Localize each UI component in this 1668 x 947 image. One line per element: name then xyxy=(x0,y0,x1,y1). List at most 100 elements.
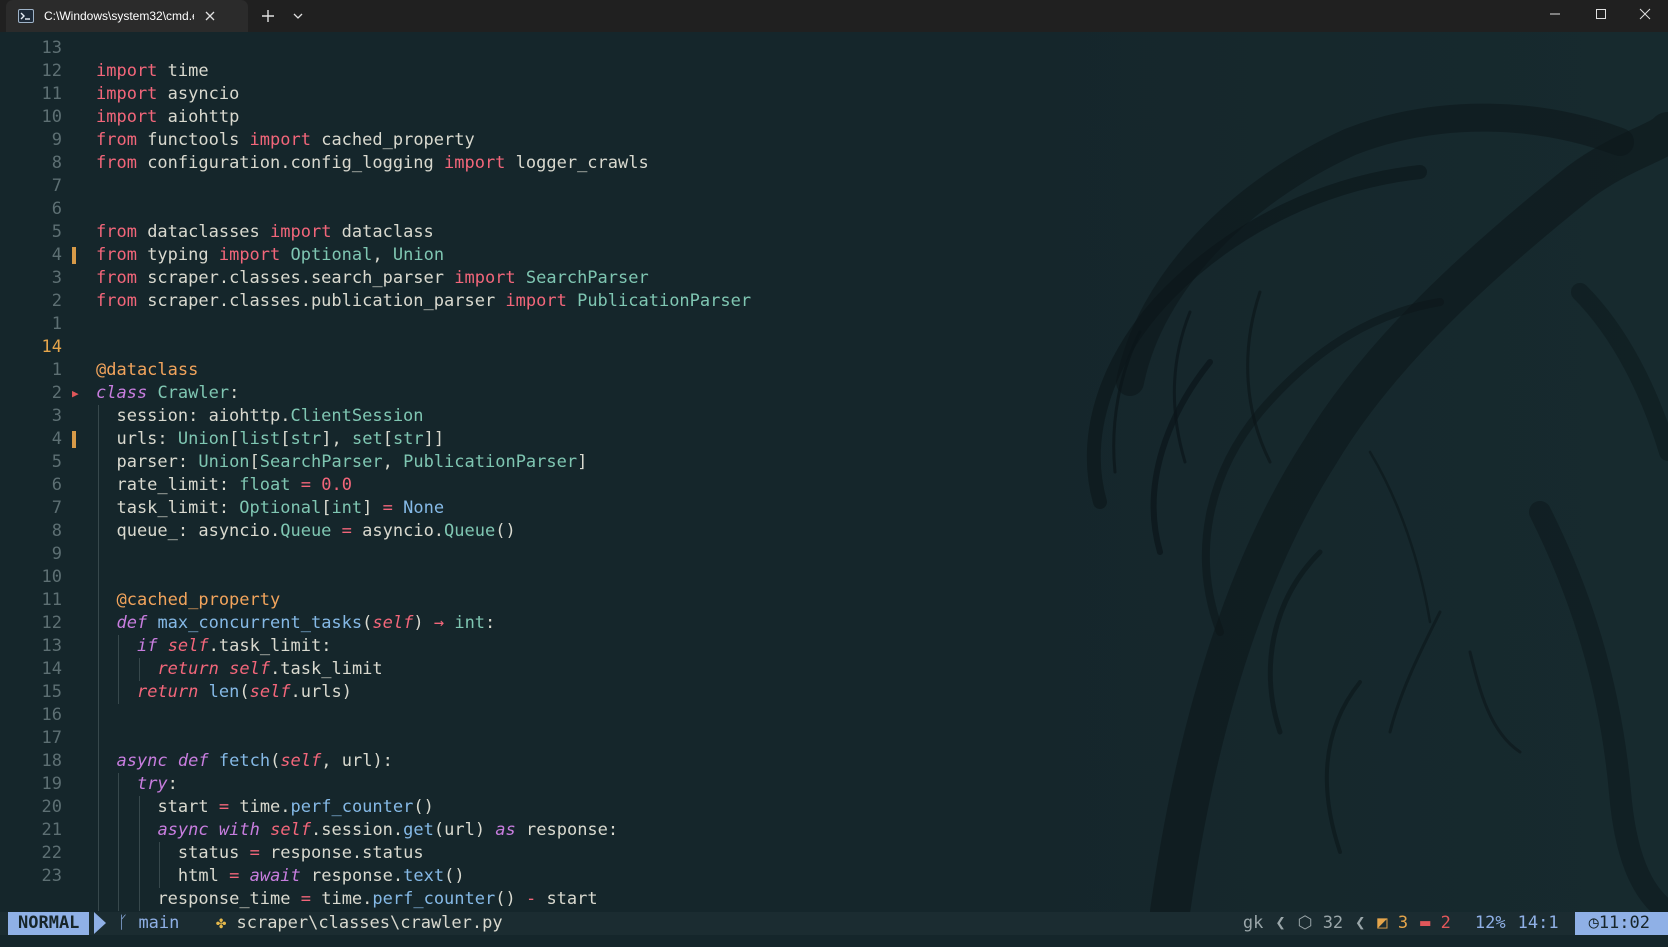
code-token: = xyxy=(382,498,393,518)
code-token: → xyxy=(433,613,445,633)
code-token: async xyxy=(157,820,209,840)
code-token: queue_: asyncio. xyxy=(116,521,281,541)
code-editor[interactable]: 13 12 import time 11 import asyncio 10 import … xyxy=(0,32,1668,912)
code-token: parser: xyxy=(116,452,199,472)
indent-guide xyxy=(98,819,99,842)
indent-guide xyxy=(98,635,99,658)
fold-arrow-icon[interactable]: ▶ xyxy=(72,382,79,400)
code-text: from dataclasses import dataclass xyxy=(96,221,434,244)
code-line[interactable]: 2 from scraper.classes.publication_parser… xyxy=(0,290,1060,313)
indent-guide xyxy=(98,888,99,911)
code-text: from functools import cached_property xyxy=(96,129,475,152)
line-number: 12 xyxy=(41,61,62,81)
code-line[interactable]: 14 xyxy=(0,336,1060,359)
close-tab-icon[interactable] xyxy=(200,6,220,26)
code-token: async xyxy=(116,751,168,771)
code-line[interactable]: 18 async def fetch(self, url): xyxy=(0,750,1060,773)
code-token: aiohttp xyxy=(157,107,240,127)
code-line[interactable]: 5 from dataclasses import dataclass xyxy=(0,221,1060,244)
code-token: ]] xyxy=(423,429,445,449)
code-line[interactable]: 9 xyxy=(0,543,1060,566)
code-line[interactable]: 8 from configuration.config_logging impor… xyxy=(0,152,1060,175)
code-line[interactable]: 10 xyxy=(0,566,1060,589)
code-line[interactable]: 19 try: xyxy=(0,773,1060,796)
indent-guide xyxy=(138,865,140,888)
code-line[interactable]: 3 from scraper.classes.search_parser impo… xyxy=(0,267,1060,290)
terminal-tab[interactable]: C:\Windows\system32\cmd.ex xyxy=(6,0,248,32)
code-line[interactable]: 11 @cached_property xyxy=(0,589,1060,612)
code-line[interactable]: 12 import time xyxy=(0,60,1060,83)
gk-label: gk xyxy=(1242,913,1264,933)
code-line[interactable]: 8 queue_: asyncio.Queue = asyncio.Queue() xyxy=(0,520,1060,543)
indent-guide xyxy=(138,819,140,842)
code-text: rate_limit: float = 0.0 xyxy=(116,474,351,497)
code-line[interactable]: 23 html = await response.text() xyxy=(0,865,1060,888)
code-line[interactable]: 15 return len(self.urls) xyxy=(0,681,1060,704)
code-line[interactable]: 4 from typing import Optional, Union xyxy=(0,244,1060,267)
code-line[interactable]: 1 xyxy=(0,313,1060,336)
code-token: if xyxy=(136,636,158,656)
line-number: 1 xyxy=(51,314,62,334)
indent-guide xyxy=(98,543,99,566)
code-token: ) xyxy=(413,613,434,633)
code-token: int xyxy=(454,613,486,633)
code-line[interactable]: 7 xyxy=(0,175,1060,198)
line-number: 10 xyxy=(41,107,62,127)
line-number: 16 xyxy=(41,705,62,725)
clock: ◷ 11:02 xyxy=(1574,912,1668,935)
code-text: try: xyxy=(137,773,178,796)
code-token: Optional xyxy=(280,245,373,265)
code-token: self xyxy=(372,613,414,633)
code-line[interactable]: 13 xyxy=(0,37,1060,60)
code-line[interactable]: 9 from functools import cached_property xyxy=(0,129,1060,152)
code-line[interactable]: 20 start = time.perf_counter() xyxy=(0,796,1060,819)
code-token: ] xyxy=(577,452,588,472)
code-line[interactable]: 17 xyxy=(0,727,1060,750)
code-line[interactable]: 6 rate_limit: float = 0.0 xyxy=(0,474,1060,497)
code-line[interactable]: 12 def max_concurrent_tasks(self) → int: xyxy=(0,612,1060,635)
indent-guide xyxy=(98,658,99,681)
indent-guide xyxy=(118,635,120,658)
tab-dropdown-chevron-icon[interactable] xyxy=(286,6,310,26)
tab-title: C:\Windows\system32\cmd.ex xyxy=(44,9,194,23)
code-line[interactable]: 21 async with self.session.get(url) as re… xyxy=(0,819,1060,842)
code-text: queue_: asyncio.Queue = asyncio.Queue() xyxy=(116,520,515,543)
code-token: perf_counter xyxy=(290,797,414,817)
indent-guide xyxy=(98,704,99,727)
new-tab-button[interactable] xyxy=(256,6,280,26)
code-line[interactable]: 14 return self.task_limit xyxy=(0,658,1060,681)
code-line[interactable]: 1 @dataclass xyxy=(0,359,1060,382)
code-line[interactable]: 16 xyxy=(0,704,1060,727)
code-text: from scraper.classes.search_parser impor… xyxy=(96,267,649,290)
code-token: .session. xyxy=(311,820,404,840)
line-number: 19 xyxy=(41,774,62,794)
code-line[interactable]: 5 parser: Union[SearchParser, Publication… xyxy=(0,451,1060,474)
code-line[interactable]: 2 ▶ class Crawler: xyxy=(0,382,1060,405)
code-line[interactable]: response_time = time.perf_counter() - st… xyxy=(0,888,1060,911)
code-text: status = response.status xyxy=(178,842,424,865)
code-token: self xyxy=(270,820,312,840)
line-number: 10 xyxy=(41,567,62,587)
code-line[interactable]: 6 xyxy=(0,198,1060,221)
code-line[interactable]: 3 session: aiohttp.ClientSession xyxy=(0,405,1060,428)
code-token: def xyxy=(177,751,209,771)
code-text: import asyncio xyxy=(96,83,239,106)
code-line[interactable]: 11 import asyncio xyxy=(0,83,1060,106)
code-token: dataclasses xyxy=(136,222,271,242)
code-token: import xyxy=(218,245,281,265)
code-token: PublicationParser xyxy=(403,452,578,472)
code-token: .urls) xyxy=(290,682,352,702)
code-line[interactable]: 10 import aiohttp xyxy=(0,106,1060,129)
maximize-button[interactable] xyxy=(1578,0,1624,28)
code-line[interactable]: 4 urls: Union[list[str], set[str]] xyxy=(0,428,1060,451)
line-number: 7 xyxy=(51,498,62,518)
minimize-button[interactable] xyxy=(1532,0,1578,28)
code-line[interactable]: 22 status = response.status xyxy=(0,842,1060,865)
git-branch: ᚴ main xyxy=(118,912,179,935)
line-number: 3 xyxy=(51,268,62,288)
close-window-button[interactable] xyxy=(1622,0,1668,28)
code-line[interactable]: 7 task_limit: Optional[int] = None xyxy=(0,497,1060,520)
code-line[interactable]: 13 if self.task_limit: xyxy=(0,635,1060,658)
